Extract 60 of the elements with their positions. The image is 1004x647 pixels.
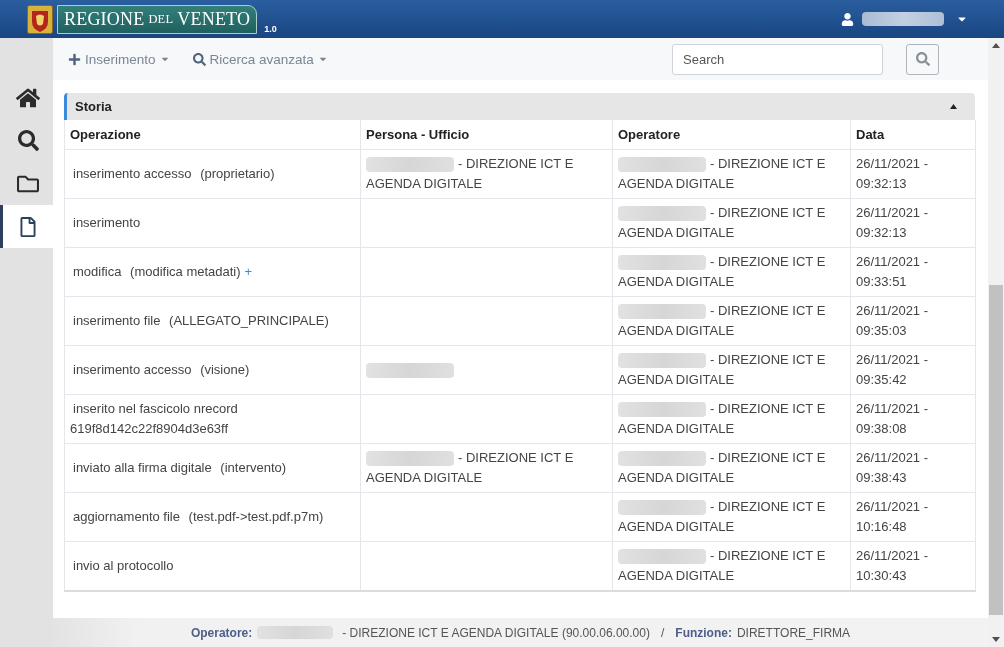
date-text: 26/11/2021 - 09:32:13 — [856, 204, 929, 240]
date-text: 26/11/2021 - 10:30:43 — [856, 547, 929, 583]
operation-text: modifica (modifica metadati) — [72, 263, 241, 279]
operation-text: invio al protocollo — [72, 557, 174, 573]
office-text: - DIREZIONE ICT E AGENDA DIGITALE — [618, 400, 826, 436]
column-header: Operatore — [612, 120, 851, 149]
office-text: - DIREZIONE ICT E AGENDA DIGITALE — [618, 253, 826, 289]
date-text: 26/11/2021 - 10:16:48 — [856, 498, 929, 534]
operation-text: inserimento file (ALLEGATO_PRINCIPALE) — [72, 312, 329, 328]
office-text: - DIREZIONE ICT E AGENDA DIGITALE — [366, 449, 574, 485]
user-icon — [841, 12, 854, 26]
office-text: - DIREZIONE ICT E AGENDA DIGITALE — [618, 204, 826, 240]
column-header: Operazione — [64, 120, 361, 149]
search-icon — [17, 130, 39, 151]
operation-text: inserimento accesso (visione) — [72, 361, 250, 377]
menu-button[interactable]: Ricerca avanzata — [192, 51, 328, 67]
scrollbar-thumb[interactable] — [989, 285, 1003, 615]
footer-label: Funzione: — [675, 625, 732, 640]
date-text: 26/11/2021 - 09:38:08 — [856, 400, 929, 436]
footer-value: DIRETTORE_FIRMA — [736, 625, 851, 640]
search-field[interactable]: Search — [672, 43, 883, 75]
sidebar-button[interactable] — [0, 205, 53, 248]
search-icon — [915, 52, 930, 66]
search-button[interactable] — [906, 43, 939, 75]
footer-value: - DIREZIONE ICT E AGENDA DIGITALE (90.00.06.00.00) — [342, 625, 650, 640]
menu-button[interactable]: Inserimento — [68, 51, 170, 67]
file-icon — [18, 216, 38, 237]
operation-text: inserimento — [72, 214, 141, 230]
operation-text: inserimento accesso (proprietario) — [72, 165, 275, 181]
plus-icon — [68, 52, 81, 66]
footer-label: Operatore: — [190, 625, 253, 640]
arrow-down-icon[interactable] — [992, 637, 1000, 642]
operation-text: inserito nel fascicolo nrecord 619f8d142c22f8904d3e63ff — [70, 400, 238, 436]
operation-text: inviato alla firma digitale (intervento) — [72, 459, 287, 475]
expand-link[interactable]: + — [244, 263, 253, 279]
date-text: 26/11/2021 - 09:35:03 — [856, 302, 929, 338]
version-label: 1.0 — [264, 24, 277, 34]
date-text: 26/11/2021 - 09:38:43 — [856, 449, 929, 485]
date-text: 26/11/2021 - 09:33:51 — [856, 253, 929, 289]
crest-icon — [27, 4, 53, 34]
user-menu[interactable] — [841, 12, 968, 26]
date-text: 26/11/2021 - 09:35:42 — [856, 351, 929, 387]
office-text: - DIREZIONE ICT E AGENDA DIGITALE — [366, 155, 574, 191]
logo-text: REGIONE DEL VENETO — [57, 4, 258, 34]
office-text: - DIREZIONE ICT E AGENDA DIGITALE — [618, 302, 826, 338]
caret-up-icon[interactable] — [950, 104, 957, 109]
office-text: - DIREZIONE ICT E AGENDA DIGITALE — [618, 449, 826, 485]
office-text: - DIREZIONE ICT E AGENDA DIGITALE — [618, 498, 826, 534]
search-icon — [192, 52, 206, 66]
column-header: Data — [850, 120, 976, 149]
office-text: - DIREZIONE ICT E AGENDA DIGITALE — [618, 351, 826, 387]
panel-title: Storia — [75, 99, 112, 114]
office-text: - DIREZIONE ICT E AGENDA DIGITALE — [618, 547, 826, 583]
office-text: - DIREZIONE ICT E AGENDA DIGITALE — [618, 155, 826, 191]
date-text: 26/11/2021 - 09:32:13 — [856, 155, 929, 191]
scrollbar[interactable] — [988, 38, 1004, 647]
column-header: Persona - Ufficio — [360, 120, 613, 149]
operation-text: aggiornamento file (test.pdf->test.pdf.p7m) — [72, 508, 324, 524]
separator-text: / — [660, 625, 665, 640]
arrow-up-icon[interactable] — [992, 43, 1000, 48]
